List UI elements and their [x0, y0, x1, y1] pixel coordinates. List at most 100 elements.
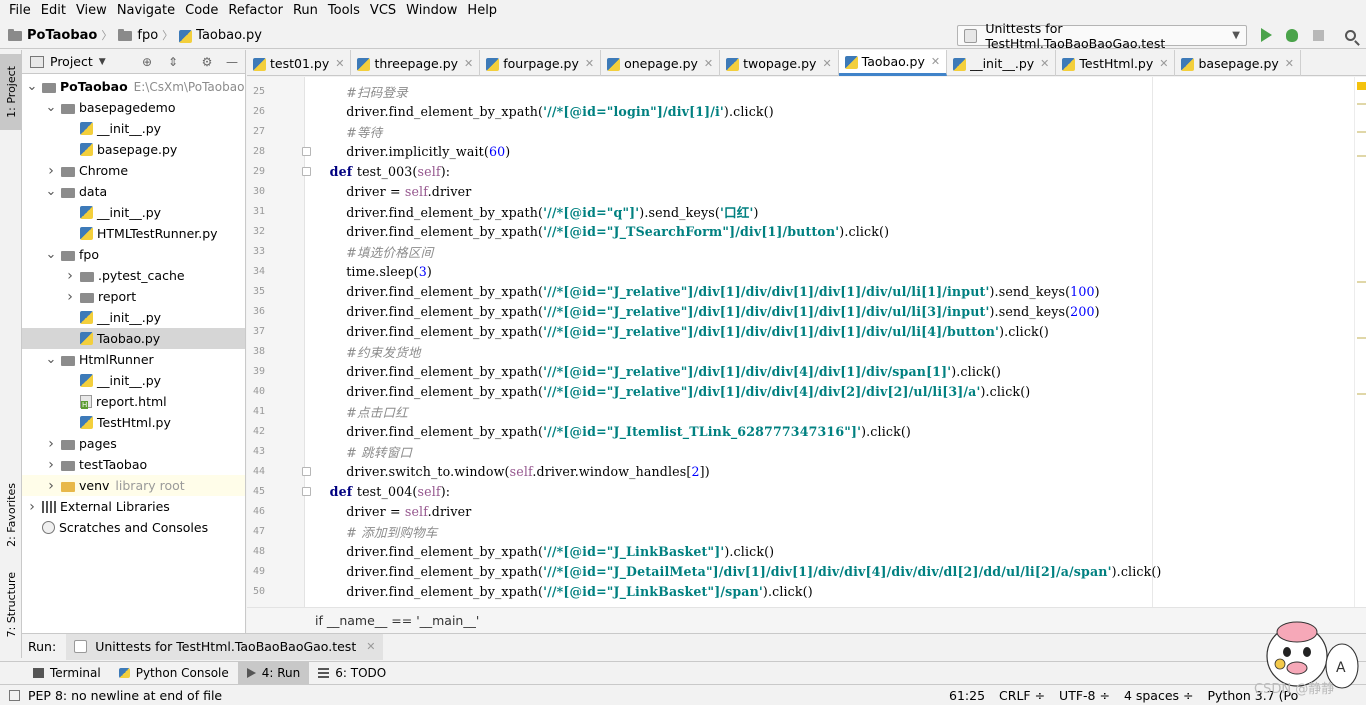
editor-tab[interactable]: threepage.py ✕	[351, 50, 481, 76]
favorites-tool-tab[interactable]: 2: Favorites	[0, 470, 22, 560]
tree-item[interactable]: Taobao.py	[22, 328, 245, 349]
close-icon[interactable]: ✕	[1285, 57, 1294, 70]
close-icon[interactable]: ✕	[822, 57, 831, 70]
close-icon[interactable]: ✕	[366, 640, 375, 653]
search-everywhere-button[interactable]	[1342, 27, 1358, 43]
tree-item[interactable]: __init__.py	[22, 307, 245, 328]
tree-item[interactable]: ⌄ PoTaobao E:\CsXm\PoTaobao	[22, 76, 245, 97]
code-line[interactable]: 30 driver = self.driver	[247, 181, 1366, 201]
editor-error-stripe[interactable]	[1354, 77, 1366, 607]
code-line[interactable]: 38 #约束发货地	[247, 341, 1366, 361]
tree-item[interactable]: › report	[22, 286, 245, 307]
chevron-down-icon[interactable]: ▼	[99, 57, 106, 67]
code-line[interactable]: 46 driver = self.driver	[247, 501, 1366, 521]
code-line[interactable]: 41 #点击口红	[247, 401, 1366, 421]
editor-tab[interactable]: Taobao.py ✕	[838, 50, 948, 76]
breadcrumb-folder[interactable]: fpo	[137, 28, 158, 43]
caret-position[interactable]: 61:25	[949, 688, 985, 703]
tool-window-terminal[interactable]: Terminal	[24, 662, 110, 685]
code-line[interactable]: 27 #等待	[247, 121, 1366, 141]
marker[interactable]	[1357, 155, 1366, 157]
structure-tool-tab[interactable]: 7: Structure	[0, 565, 22, 645]
tree-item[interactable]: __init__.py	[22, 202, 245, 223]
tool-window-run[interactable]: 4: Run	[237, 661, 310, 685]
fold-marker-icon[interactable]	[302, 166, 311, 176]
tree-item[interactable]: basepage.py	[22, 139, 245, 160]
locate-icon[interactable]: ⊕	[140, 55, 154, 69]
editor-tab[interactable]: test01.py ✕	[247, 50, 352, 76]
tool-window-todo[interactable]: 6: TODO	[309, 662, 395, 685]
code-line[interactable]: 36 driver.find_element_by_xpath('//*[@id…	[247, 301, 1366, 321]
close-icon[interactable]: ✕	[931, 55, 940, 68]
chevron-down-icon[interactable]: ⌄	[45, 353, 57, 366]
menu-vcs[interactable]: VCS	[365, 0, 401, 22]
chevron-down-icon[interactable]: ⌄	[26, 80, 38, 93]
code-line[interactable]: 28 driver.implicitly_wait(60)	[247, 141, 1366, 161]
close-icon[interactable]: ✕	[335, 57, 344, 70]
breadcrumb-project[interactable]: PoTaobao	[27, 28, 97, 43]
close-icon[interactable]: ✕	[1040, 57, 1049, 70]
editor-tab[interactable]: TestHtml.py ✕	[1056, 50, 1176, 76]
code-line[interactable]: 31 driver.find_element_by_xpath('//*[@id…	[247, 201, 1366, 221]
menu-edit[interactable]: Edit	[36, 0, 71, 22]
gear-icon[interactable]: ⚙	[200, 55, 214, 69]
run-button[interactable]	[1258, 27, 1274, 43]
code-line[interactable]: 48 driver.find_element_by_xpath('//*[@id…	[247, 541, 1366, 561]
menu-view[interactable]: View	[71, 0, 112, 22]
code-line[interactable]: 25 #扫码登录	[247, 81, 1366, 101]
code-line[interactable]: 50 driver.find_element_by_xpath('//*[@id…	[247, 581, 1366, 601]
code-line[interactable]: 45 def test_004(self):	[247, 481, 1366, 501]
run-configuration-select[interactable]: Unittests for TestHtml.TaoBaoBaoGao.test…	[957, 21, 1247, 51]
stop-button[interactable]	[1310, 27, 1326, 43]
project-panel-title[interactable]: Project	[50, 54, 93, 69]
chevron-right-icon[interactable]: ›	[64, 289, 76, 305]
tool-window-python[interactable]: Python Console	[110, 662, 238, 685]
chevron-right-icon[interactable]: ›	[45, 457, 57, 473]
menu-code[interactable]: Code	[180, 0, 223, 22]
marker[interactable]	[1357, 337, 1366, 339]
tree-item[interactable]: __init__.py	[22, 118, 245, 139]
editor-tab[interactable]: onepage.py ✕	[601, 50, 721, 76]
code-line[interactable]: 32 driver.find_element_by_xpath('//*[@id…	[247, 221, 1366, 241]
editor-breadcrumb[interactable]: if __name__ == '__main__'	[247, 607, 1366, 633]
editor-tab[interactable]: __init__.py ✕	[947, 50, 1057, 76]
code-line[interactable]: 35 driver.find_element_by_xpath('//*[@id…	[247, 281, 1366, 301]
fold-marker-icon[interactable]	[302, 146, 311, 156]
chevron-down-icon[interactable]: ⌄	[45, 248, 57, 261]
editor-tab[interactable]: fourpage.py ✕	[480, 50, 602, 76]
menu-help[interactable]: Help	[462, 0, 502, 22]
marker[interactable]	[1357, 393, 1366, 395]
editor-tab[interactable]: basepage.py ✕	[1175, 50, 1302, 76]
code-line[interactable]: 26 driver.find_element_by_xpath('//*[@id…	[247, 101, 1366, 121]
tree-item[interactable]: report.html	[22, 391, 245, 412]
marker[interactable]	[1357, 103, 1366, 105]
run-tab[interactable]: Unittests for TestHtml.TaoBaoBaoGao.test…	[66, 633, 384, 660]
menu-file[interactable]: File	[4, 0, 36, 22]
tree-item[interactable]: TestHtml.py	[22, 412, 245, 433]
tree-item[interactable]: ⌄ data	[22, 181, 245, 202]
breadcrumb-file[interactable]: Taobao.py	[196, 28, 262, 43]
fold-marker-icon[interactable]	[302, 466, 311, 476]
chevron-right-icon[interactable]: ›	[45, 478, 57, 494]
collapse-all-icon[interactable]: ⇕	[166, 55, 180, 69]
close-icon[interactable]: ✕	[585, 57, 594, 70]
code-line[interactable]: 33 #填选价格区间	[247, 241, 1366, 261]
close-icon[interactable]: ✕	[1159, 57, 1168, 70]
project-tool-tab[interactable]: 1: Project	[0, 54, 22, 130]
tree-item[interactable]: › testTaobao	[22, 454, 245, 475]
tree-item[interactable]: › Chrome	[22, 160, 245, 181]
chevron-right-icon[interactable]: ›	[45, 436, 57, 452]
marker[interactable]	[1357, 131, 1366, 133]
menu-window[interactable]: Window	[401, 0, 462, 22]
tree-item[interactable]: Scratches and Consoles	[22, 517, 245, 538]
marker[interactable]	[1357, 281, 1366, 283]
menu-tools[interactable]: Tools	[323, 0, 365, 22]
tree-item[interactable]: ⌄ HtmlRunner	[22, 349, 245, 370]
file-encoding[interactable]: UTF-8 ÷	[1059, 688, 1110, 703]
code-line[interactable]: 37 driver.find_element_by_xpath('//*[@id…	[247, 321, 1366, 341]
close-icon[interactable]: ✕	[464, 57, 473, 70]
code-line[interactable]: 42 driver.find_element_by_xpath('//*[@id…	[247, 421, 1366, 441]
chevron-right-icon[interactable]: ›	[45, 163, 57, 179]
editor-breadcrumb-label[interactable]: if __name__ == '__main__'	[315, 613, 479, 628]
menu-refactor[interactable]: Refactor	[223, 0, 288, 22]
